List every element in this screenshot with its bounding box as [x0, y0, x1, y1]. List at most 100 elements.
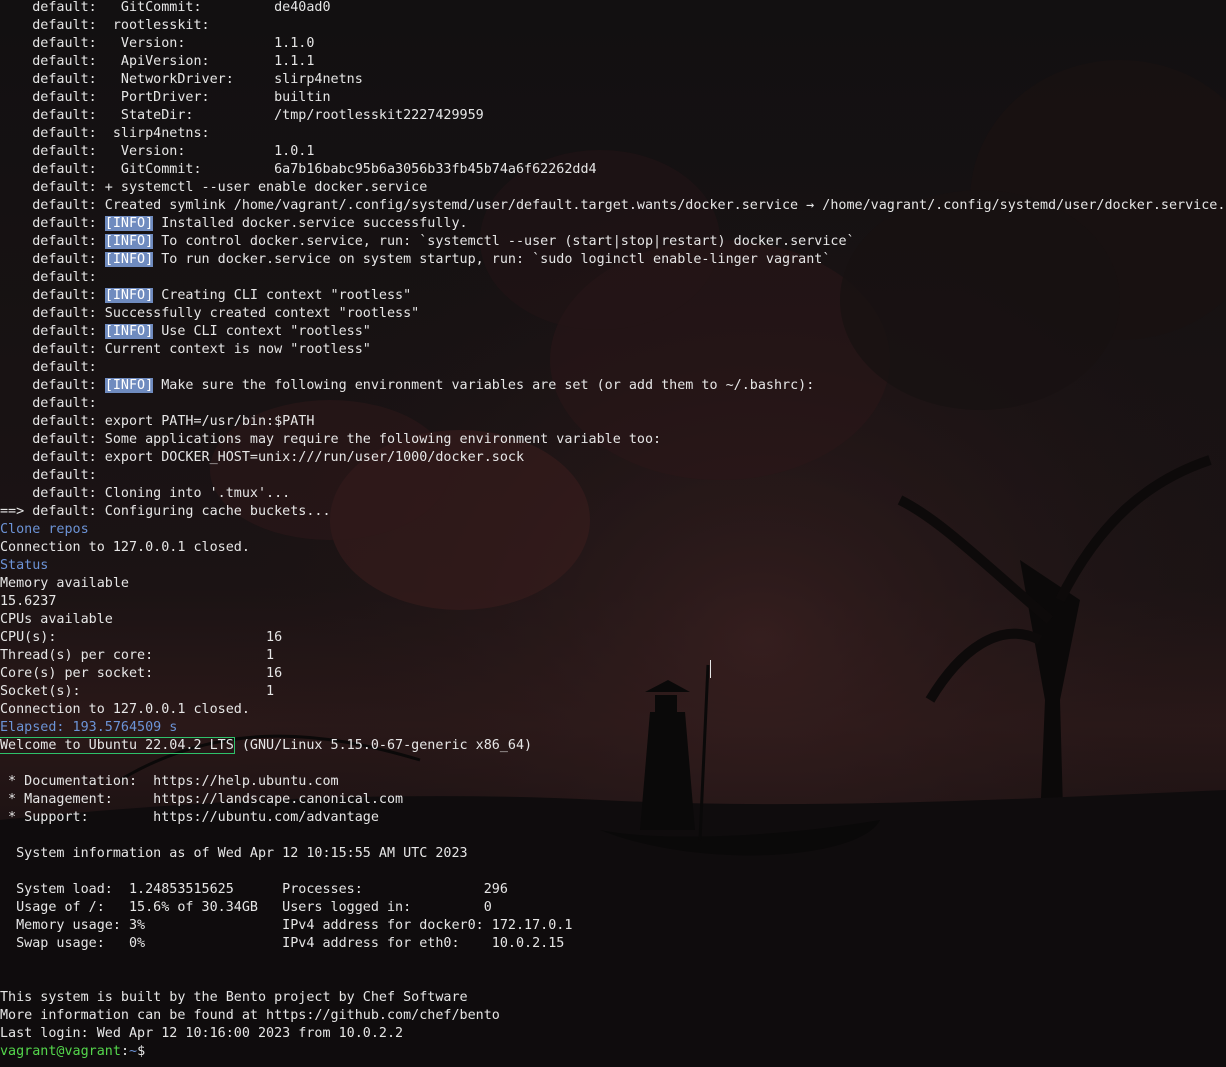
terminal-text: CPU(s): 16: [0, 630, 283, 645]
terminal-line: default: ApiVersion: 1.1.1: [0, 53, 314, 71]
terminal-line: default: Current context is now "rootles…: [0, 341, 371, 359]
terminal-text: default: GitCommit: 6a7b16babc95b6a3056b…: [0, 162, 597, 177]
info-badge: [INFO]: [104, 234, 154, 249]
terminal-text: default:: [0, 396, 97, 411]
terminal-line: default: [INFO] Make sure the following …: [0, 377, 814, 395]
terminal-line: Memory usage: 3% IPv4 address for docker…: [0, 917, 572, 935]
terminal-line: Thread(s) per core: 1: [0, 647, 274, 665]
terminal-text: Socket(s): 1: [0, 684, 275, 699]
terminal-text: default:: [0, 270, 97, 285]
terminal-line: vagrant@vagrant:~$: [0, 1043, 153, 1061]
terminal-line: default: [INFO] Use CLI context "rootles…: [0, 323, 371, 341]
terminal-line: System load: 1.24853515625 Processes: 29…: [0, 881, 508, 899]
terminal-text: default: Version: 1.1.0: [0, 36, 315, 51]
terminal-line: Core(s) per socket: 16: [0, 665, 282, 683]
terminal-line: Status: [0, 557, 48, 575]
terminal-line: default: Created symlink /home/vagrant/.…: [0, 197, 1225, 215]
terminal-window[interactable]: default: GitCommit: de40ad0 default: roo…: [0, 0, 1226, 1067]
terminal-text: default:: [0, 324, 105, 339]
terminal-text: default:: [0, 378, 105, 393]
terminal-text: Memory available: [0, 576, 129, 591]
terminal-text: default:: [0, 360, 97, 375]
terminal-line: More information can be found at https:/…: [0, 1007, 500, 1025]
terminal-text: System information as of Wed Apr 12 10:1…: [0, 846, 468, 861]
terminal-line: default:: [0, 269, 97, 287]
terminal-line: default: Version: 1.1.0: [0, 35, 314, 53]
terminal-line: * Management: https://landscape.canonica…: [0, 791, 403, 809]
terminal-text: default:: [0, 234, 105, 249]
terminal-text: default: Cloning into '.tmux'...: [0, 486, 291, 501]
terminal-line: default: slirp4netns:: [0, 125, 210, 143]
terminal-text: Core(s) per socket: 16: [0, 666, 283, 681]
terminal-line: 15.6237: [0, 593, 56, 611]
terminal-text: Creating CLI context "rootless": [153, 288, 412, 303]
terminal-text: Thread(s) per core: 1: [0, 648, 275, 663]
terminal-text: default: StateDir: /tmp/rootlesskit22274…: [0, 108, 484, 123]
info-badge: [INFO]: [104, 216, 154, 231]
terminal-text: default:: [0, 216, 105, 231]
terminal-line: default: [INFO] Creating CLI context "ro…: [0, 287, 411, 305]
terminal-text: default: slirp4netns:: [0, 126, 210, 141]
terminal-text: default:: [0, 288, 105, 303]
terminal-line: Clone repos: [0, 521, 89, 539]
terminal-text: * Documentation: https://help.ubuntu.com: [0, 774, 339, 789]
terminal-line: Swap usage: 0% IPv4 address for eth0: 10…: [0, 935, 564, 953]
terminal-text: default: rootlesskit:: [0, 18, 210, 33]
info-badge: [INFO]: [104, 252, 154, 267]
terminal-text: 15.6237: [0, 594, 57, 609]
terminal-line: default:: [0, 395, 97, 413]
terminal-text: default: export PATH=/usr/bin:$PATH: [0, 414, 315, 429]
terminal-line: Welcome to Ubuntu 22.04.2 LTS (GNU/Linux…: [0, 737, 532, 755]
terminal-text: This system is built by the Bento projec…: [0, 990, 468, 1005]
terminal-line: Last login: Wed Apr 12 10:16:00 2023 fro…: [0, 1025, 403, 1043]
info-badge: [INFO]: [104, 378, 154, 393]
highlighted-text: Status: [0, 558, 49, 573]
terminal-text: default: PortDriver: builtin: [0, 90, 331, 105]
terminal-line: Memory available: [0, 575, 129, 593]
terminal-text: default: ApiVersion: 1.1.1: [0, 54, 315, 69]
terminal-text: Use CLI context "rootless": [153, 324, 371, 339]
terminal-line: default:: [0, 467, 97, 485]
terminal-line: default: [INFO] To run docker.service on…: [0, 251, 830, 269]
terminal-text: To control docker.service, run: `systemc…: [153, 234, 855, 249]
text-cursor-icon: [710, 660, 711, 678]
terminal-text: System load: 1.24853515625 Processes: 29…: [0, 882, 508, 897]
terminal-line: default: export DOCKER_HOST=unix:///run/…: [0, 449, 524, 467]
terminal-line: default: StateDir: /tmp/rootlesskit22274…: [0, 107, 484, 125]
terminal-line: default: export PATH=/usr/bin:$PATH: [0, 413, 314, 431]
terminal-line: default: PortDriver: builtin: [0, 89, 331, 107]
terminal-text: default: + systemctl --user enable docke…: [0, 180, 428, 195]
terminal-line: * Documentation: https://help.ubuntu.com: [0, 773, 339, 791]
terminal-line: default: Version: 1.0.1: [0, 143, 314, 161]
terminal-line: Elapsed: 193.5764509 s: [0, 719, 177, 737]
terminal-line: ==> default: Configuring cache buckets..…: [0, 503, 331, 521]
terminal-line: default: [INFO] To control docker.servic…: [0, 233, 855, 251]
terminal-line: default: rootlesskit:: [0, 17, 210, 35]
terminal-text: Make sure the following environment vari…: [153, 378, 815, 393]
terminal-text: default: Version: 1.0.1: [0, 144, 315, 159]
info-badge: [INFO]: [104, 288, 154, 303]
terminal-text: Swap usage: 0% IPv4 address for eth0: 10…: [0, 936, 565, 951]
highlighted-text: Clone repos: [0, 522, 89, 537]
terminal-line: default:: [0, 359, 97, 377]
terminal-text: default: GitCommit: de40ad0: [0, 0, 331, 15]
terminal-text: Connection to 127.0.0.1 closed.: [0, 702, 250, 717]
terminal-line: CPU(s): 16: [0, 629, 282, 647]
terminal-text: default: Some applications may require t…: [0, 432, 662, 447]
terminal-line: This system is built by the Bento projec…: [0, 989, 468, 1007]
terminal-line: Connection to 127.0.0.1 closed.: [0, 701, 250, 719]
terminal-text: * Support: https://ubuntu.com/advantage: [0, 810, 379, 825]
terminal-line: default: [INFO] Installed docker.service…: [0, 215, 468, 233]
terminal-text: Usage of /: 15.6% of 30.34GB Users logge…: [0, 900, 492, 915]
terminal-text: default:: [0, 252, 105, 267]
prompt-user-host: vagrant@vagrant: [0, 1044, 121, 1059]
terminal-line: default: + systemctl --user enable docke…: [0, 179, 427, 197]
terminal-text: * Management: https://landscape.canonica…: [0, 792, 404, 807]
terminal-line: default: Cloning into '.tmux'...: [0, 485, 290, 503]
terminal-text: To run docker.service on system startup,…: [153, 252, 831, 267]
selected-text: Welcome to Ubuntu 22.04.2 LTS: [0, 737, 235, 754]
terminal-line: CPUs available: [0, 611, 113, 629]
terminal-text: Memory usage: 3% IPv4 address for docker…: [0, 918, 573, 933]
highlighted-text: Elapsed: 193.5764509 s: [0, 720, 178, 735]
highlighted-text: ~: [129, 1044, 138, 1059]
